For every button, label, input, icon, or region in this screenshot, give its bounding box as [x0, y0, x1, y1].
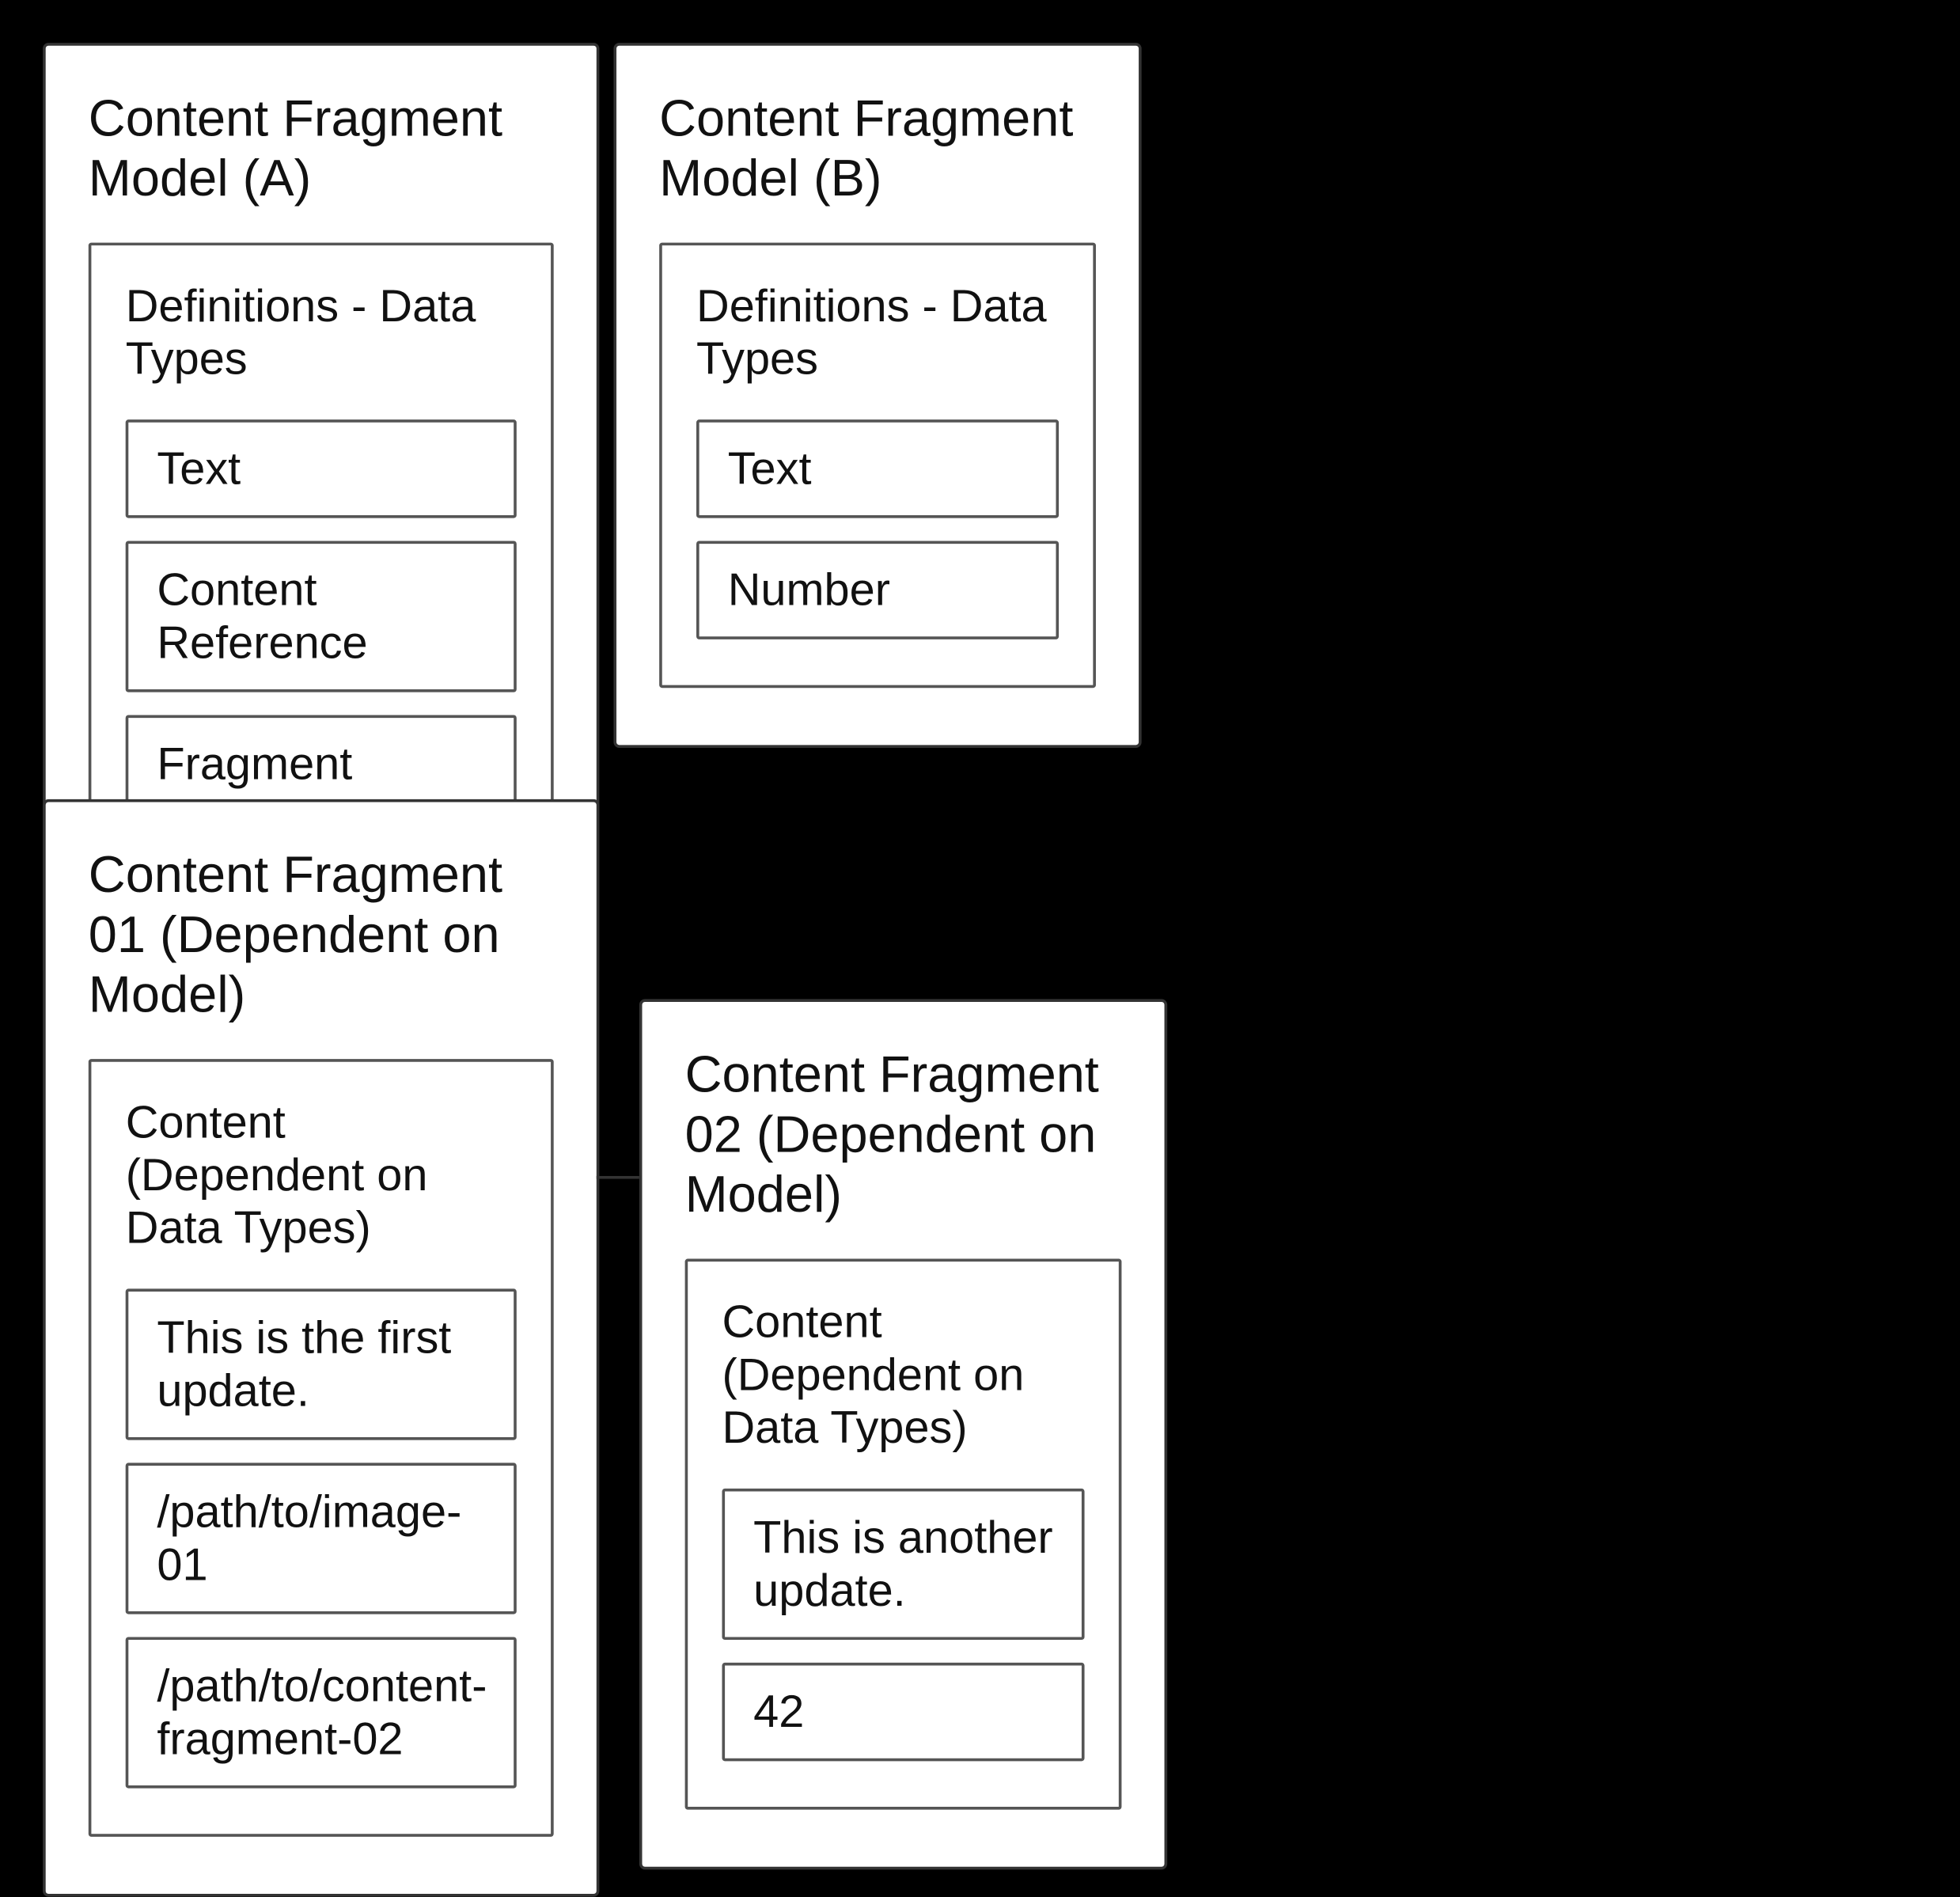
connector-line-h — [597, 1176, 639, 1179]
fragment-02-card: Content Fragment 02 (Dependent on Model)… — [639, 999, 1167, 1869]
fragment-01-item-1: /path/to/image-01 — [126, 1463, 517, 1614]
model-b-item-1: Number — [696, 541, 1059, 639]
model-a-title: Content Fragment Model (A) — [89, 89, 554, 208]
fragment-01-title: Content Fragment 01 (Dependent on Model) — [89, 845, 554, 1025]
model-b-card: Content Fragment Model (B) Definitions -… — [613, 43, 1141, 748]
fragment-02-inner-title: Content (Dependent on Data Types) — [722, 1296, 1084, 1454]
model-b-inner-title: Definitions - Data Types — [696, 279, 1059, 385]
fragment-01-item-2: /path/to/content-fragment-02 — [126, 1637, 517, 1788]
model-b-item-0: Text — [696, 419, 1059, 518]
fragment-02-inner-box: Content (Dependent on Data Types) This i… — [685, 1259, 1122, 1810]
model-b-inner-box: Definitions - Data Types Text Number — [659, 243, 1096, 689]
fragment-01-card: Content Fragment 01 (Dependent on Model)… — [43, 799, 599, 1897]
model-b-title: Content Fragment Model (B) — [659, 89, 1096, 208]
fragment-02-item-0: This is another update. — [722, 1489, 1084, 1640]
model-a-inner-title: Definitions - Data Types — [126, 279, 517, 385]
fragment-01-item-0: This is the first update. — [126, 1288, 517, 1440]
model-a-item-0: Text — [126, 419, 517, 518]
fragment-02-item-1: 42 — [722, 1663, 1084, 1761]
fragment-01-inner-title: Content (Dependent on Data Types) — [126, 1096, 517, 1254]
model-a-item-1: Content Reference — [126, 541, 517, 692]
fragment-01-inner-box: Content (Dependent on Data Types) This i… — [89, 1059, 554, 1837]
fragment-02-title: Content Fragment 02 (Dependent on Model) — [685, 1045, 1122, 1224]
